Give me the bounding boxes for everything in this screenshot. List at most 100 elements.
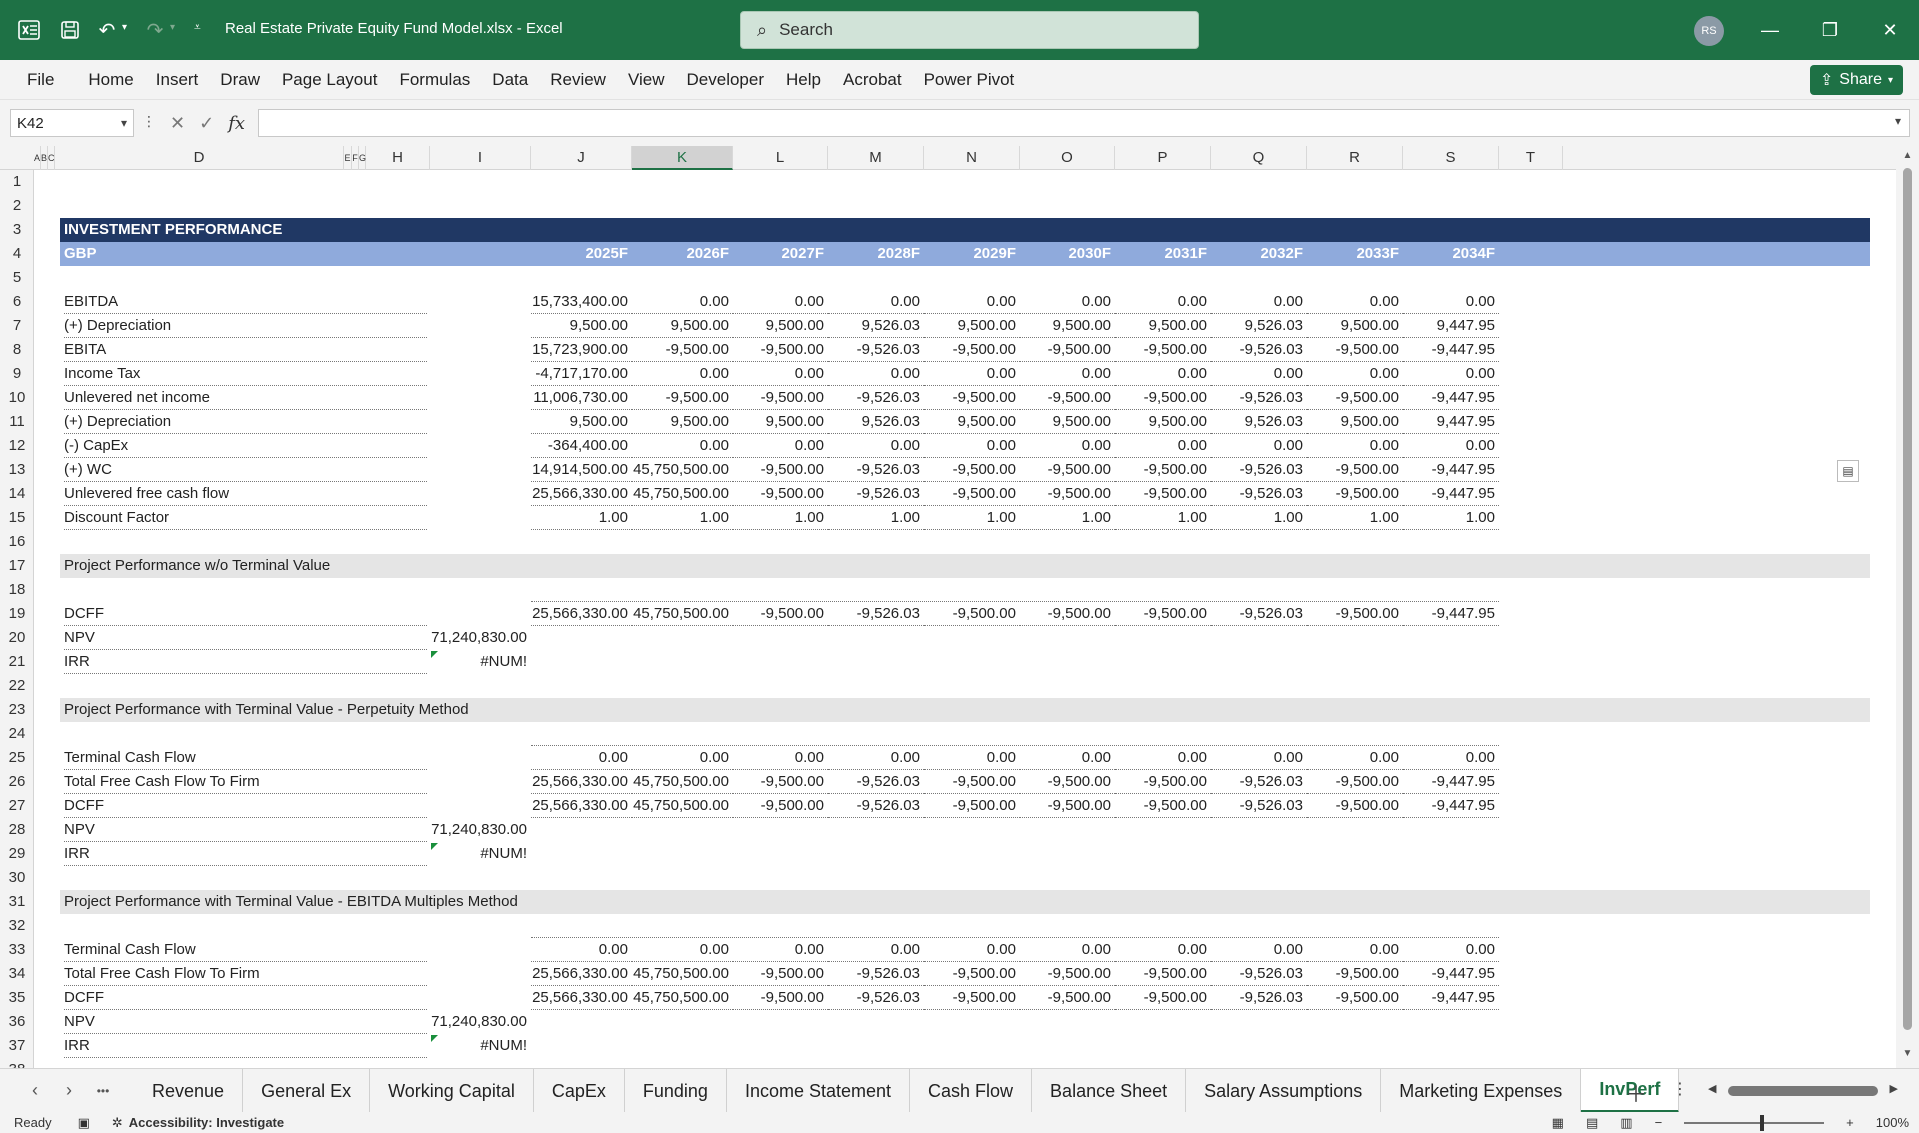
value-cell[interactable]: 25,566,330.00 — [531, 482, 632, 506]
value-cell[interactable]: -9,500.00 — [1020, 458, 1115, 482]
name-box[interactable]: K42 ▾ — [10, 109, 134, 137]
row-header[interactable]: 28 — [0, 818, 33, 842]
row-label[interactable]: (+) Depreciation — [64, 410, 427, 434]
ribbon-tab-data[interactable]: Data — [481, 70, 539, 90]
ribbon-tab-file[interactable]: File — [16, 70, 65, 90]
value-cell[interactable]: -9,526.03 — [828, 482, 924, 506]
ribbon-tab-insert[interactable]: Insert — [145, 70, 210, 90]
value-cell[interactable]: 0.00 — [924, 938, 1020, 962]
value-cell[interactable]: 9,500.00 — [531, 410, 632, 434]
sheet-tab-salary-assumptions[interactable]: Salary Assumptions — [1186, 1068, 1382, 1113]
value-cell[interactable]: -9,447.95 — [1403, 482, 1499, 506]
value-cell[interactable]: -9,500.00 — [1307, 338, 1403, 362]
value-cell[interactable]: 0.00 — [1307, 746, 1403, 770]
irr-label[interactable]: IRR — [64, 1034, 427, 1058]
value-cell[interactable]: -9,500.00 — [733, 770, 828, 794]
value-cell[interactable]: 1.00 — [1211, 506, 1307, 530]
column-header-f[interactable]: F — [352, 146, 359, 170]
value-cell[interactable]: 0.00 — [1211, 362, 1307, 386]
zoom-in-icon[interactable]: + — [1846, 1115, 1854, 1130]
value-cell[interactable]: -9,526.03 — [1211, 770, 1307, 794]
insert-function-icon[interactable]: fx — [228, 113, 245, 134]
value-cell[interactable]: 25,566,330.00 — [531, 986, 632, 1010]
value-cell[interactable]: -9,526.03 — [828, 458, 924, 482]
value-cell[interactable]: -9,500.00 — [733, 458, 828, 482]
value-cell[interactable]: -9,500.00 — [1020, 602, 1115, 626]
customize-toolbar-icon[interactable]: ⩡ — [194, 20, 201, 35]
row-header[interactable]: 18 — [0, 578, 33, 602]
section-title[interactable]: Project Performance with Terminal Value … — [64, 698, 964, 722]
value-cell[interactable]: -9,500.00 — [733, 338, 828, 362]
value-cell[interactable]: 0.00 — [924, 434, 1020, 458]
value-cell[interactable]: 45,750,500.00 — [632, 458, 733, 482]
value-cell[interactable]: -9,526.03 — [1211, 386, 1307, 410]
value-cell[interactable]: 0.00 — [1115, 938, 1211, 962]
sheet-tab-revenue[interactable]: Revenue — [134, 1068, 244, 1113]
row-header[interactable]: 4 — [0, 242, 33, 266]
expand-formula-icon[interactable]: ▾ — [1895, 114, 1901, 128]
value-cell[interactable]: -9,500.00 — [1115, 794, 1211, 818]
value-cell[interactable]: -9,500.00 — [1020, 386, 1115, 410]
sheet-tab-general-ex[interactable]: General Ex — [243, 1068, 371, 1113]
value-cell[interactable]: -9,500.00 — [632, 338, 733, 362]
year-header[interactable]: 2030F — [1020, 242, 1115, 266]
value-cell[interactable]: 9,526.03 — [828, 410, 924, 434]
value-cell[interactable]: -9,500.00 — [924, 986, 1020, 1010]
section-title[interactable]: Project Performance w/o Terminal Value — [64, 554, 964, 578]
scroll-up-icon[interactable]: ▲ — [1896, 150, 1919, 161]
formula-input[interactable]: ▾ — [258, 109, 1910, 137]
value-cell[interactable]: -9,500.00 — [1307, 770, 1403, 794]
error-indicator-icon[interactable] — [431, 651, 438, 658]
row-header[interactable]: 29 — [0, 842, 33, 866]
column-header-i[interactable]: I — [430, 146, 531, 170]
value-cell[interactable]: -9,526.03 — [1211, 962, 1307, 986]
ribbon-tab-formulas[interactable]: Formulas — [388, 70, 481, 90]
value-cell[interactable]: 0.00 — [828, 938, 924, 962]
value-cell[interactable]: 9,500.00 — [1115, 410, 1211, 434]
value-cell[interactable]: 0.00 — [1403, 362, 1499, 386]
value-cell[interactable]: 1.00 — [1403, 506, 1499, 530]
value-cell[interactable]: 0.00 — [733, 434, 828, 458]
ribbon-tab-page-layout[interactable]: Page Layout — [271, 70, 388, 90]
value-cell[interactable]: -9,447.95 — [1403, 794, 1499, 818]
value-cell[interactable]: 9,500.00 — [733, 314, 828, 338]
row-header[interactable]: 17 — [0, 554, 33, 578]
value-cell[interactable]: 9,500.00 — [733, 410, 828, 434]
row-header[interactable]: 32 — [0, 914, 33, 938]
row-label[interactable]: DCFF — [64, 986, 427, 1010]
share-button[interactable]: ⇪ Share ▾ — [1809, 65, 1903, 95]
section-title[interactable]: Project Performance with Terminal Value … — [64, 890, 964, 914]
year-header[interactable]: 2028F — [828, 242, 924, 266]
value-cell[interactable]: 0.00 — [1020, 746, 1115, 770]
row-header[interactable]: 1 — [0, 170, 33, 194]
value-cell[interactable]: -9,500.00 — [1307, 602, 1403, 626]
value-cell[interactable]: -9,500.00 — [1307, 482, 1403, 506]
npv-value[interactable]: 71,240,830.00 — [430, 626, 531, 650]
year-header[interactable]: 2033F — [1307, 242, 1403, 266]
value-cell[interactable]: 9,447.95 — [1403, 410, 1499, 434]
column-header-n[interactable]: N — [924, 146, 1020, 170]
value-cell[interactable]: 0.00 — [924, 746, 1020, 770]
row-label[interactable]: (+) WC — [64, 458, 427, 482]
npv-value[interactable]: 71,240,830.00 — [430, 1010, 531, 1034]
macro-record-icon[interactable]: ▣ — [78, 1115, 90, 1131]
value-cell[interactable]: -9,500.00 — [1307, 458, 1403, 482]
row-label[interactable]: Terminal Cash Flow — [64, 746, 427, 770]
value-cell[interactable]: -9,500.00 — [1020, 794, 1115, 818]
value-cell[interactable]: -9,500.00 — [1115, 962, 1211, 986]
value-cell[interactable]: 1.00 — [828, 506, 924, 530]
value-cell[interactable]: 9,500.00 — [1020, 410, 1115, 434]
page-layout-view-icon[interactable]: ▤ — [1586, 1115, 1598, 1131]
search-box[interactable]: ⌕ Search — [740, 11, 1199, 49]
row-header[interactable]: 36 — [0, 1010, 33, 1034]
value-cell[interactable]: 0.00 — [828, 290, 924, 314]
value-cell[interactable]: 9,500.00 — [531, 314, 632, 338]
value-cell[interactable]: 9,500.00 — [632, 314, 733, 338]
column-header-r[interactable]: R — [1307, 146, 1403, 170]
page-break-view-icon[interactable]: ▥ — [1620, 1115, 1632, 1131]
redo-icon[interactable]: ↷ — [140, 15, 170, 45]
sheet-tab-capex[interactable]: CapEx — [534, 1068, 625, 1113]
value-cell[interactable]: 15,733,400.00 — [531, 290, 632, 314]
value-cell[interactable]: 0.00 — [632, 362, 733, 386]
normal-view-icon[interactable]: ▦ — [1552, 1115, 1564, 1131]
